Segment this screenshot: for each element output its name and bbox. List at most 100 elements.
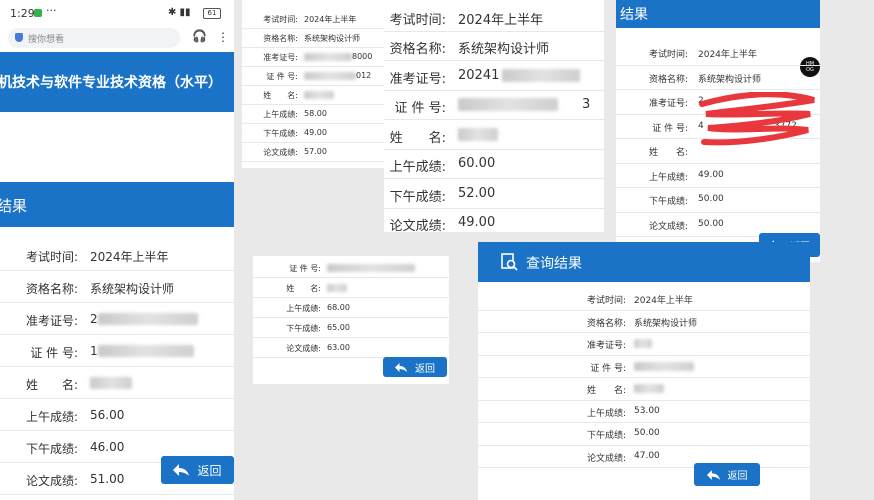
table-row: 上午成绩: 60.00: [384, 150, 604, 179]
search-document-icon: [501, 253, 518, 271]
panel-left-phone: 1:29 ··· ✱ ▮▮ 61 搜你想看 🎧 ⋮ 机技术与软件专业技术资格（水…: [0, 0, 234, 500]
field-label: 论文成绩:: [586, 453, 626, 464]
field-value: 52.00: [458, 185, 496, 201]
table-row: 上午成绩: 58.00: [242, 105, 384, 124]
panel-small-middle: 证 件 号: 姓 名: 上午成绩: 68.00 下午成绩: 65.00 论文成绩: 63.00…: [253, 256, 449, 384]
field-label: 上午成绩:: [586, 408, 626, 419]
field-value: 63.00: [327, 342, 350, 352]
section-header: 结果: [0, 182, 234, 227]
table-row: 姓 名:: [242, 86, 384, 105]
field-label: 准考证号:: [263, 53, 298, 62]
table-row: 证 件 号: 1: [0, 335, 234, 367]
headphones-icon[interactable]: 🎧: [192, 29, 207, 43]
field-label: 证 件 号:: [289, 263, 321, 273]
section-title: 结果: [620, 7, 648, 23]
field-label: 证 件 号:: [652, 123, 688, 134]
field-value: 49.00: [698, 169, 724, 180]
table-row: 下午成绩: 50.00: [478, 423, 810, 446]
table-row: 证 件 号: 012: [242, 67, 384, 86]
field-label: 下午成绩:: [263, 129, 298, 138]
field-label: 资格名称:: [389, 42, 446, 58]
field-label: 考试时间:: [263, 15, 298, 24]
table-row: 考试时间: 2024年上半年: [616, 41, 820, 66]
redacted-mask: [304, 72, 356, 80]
shield-icon: [15, 33, 23, 42]
field-label: 下午成绩:: [648, 197, 688, 208]
back-button[interactable]: 返回: [383, 357, 447, 377]
field-value: 51.00: [90, 471, 125, 486]
field-label: 资格名称:: [25, 281, 78, 296]
table-row: 资格名称: 系统架构设计师: [616, 66, 820, 90]
field-label: 论文成绩:: [389, 219, 446, 232]
field-value: 2024年上半年: [304, 15, 357, 24]
redacted-mask: [502, 68, 580, 82]
redacted-mask: [304, 91, 334, 99]
table-row: 资格名称: 系统架构设计师: [0, 271, 234, 303]
section-title: 结果: [0, 197, 28, 215]
panel-large-center: 考试时间: 2024年上半年 资格名称: 系统架构设计师 准考证号: 20241 证 件 号…: [384, 0, 604, 232]
table-row: 准考证号: 2: [0, 303, 234, 335]
field-value: 2024年上半年: [698, 50, 757, 61]
table-row: 上午成绩: 56.00: [0, 399, 234, 431]
status-time: 1:29: [10, 7, 35, 20]
field-value: 57.00: [304, 147, 327, 156]
table-row: 论文成绩: 47.00: [478, 446, 810, 468]
redacted-mask: [634, 339, 652, 349]
panel-bottom-right: 查询结果 考试时间: 2024年上半年 资格名称: 系统架构设计师 准考证号: 证 件 号…: [478, 242, 810, 500]
redacted-mask: [98, 312, 198, 325]
table-row: 下午成绩: 52.00: [384, 179, 604, 209]
table-row: 准考证号:: [478, 333, 810, 356]
field-label: 下午成绩:: [286, 323, 321, 333]
field-label: 考试时间:: [586, 296, 626, 307]
table-row: 准考证号: 20241: [384, 61, 604, 91]
field-label: 准考证号:: [389, 71, 446, 87]
section-title: 查询结果: [526, 256, 582, 272]
back-arrow-icon: [173, 464, 190, 476]
field-value: 2024年上半年: [90, 249, 169, 264]
table-row: 考试时间: 2024年上半年: [0, 239, 234, 271]
field-label: 证 件 号:: [394, 101, 446, 117]
table-row: 论文成绩: 57.00: [242, 143, 384, 162]
red-scribble-redaction: [699, 92, 815, 146]
field-value: 65.00: [327, 322, 350, 332]
field-value: 系统架构设计师: [458, 42, 550, 58]
field-value: 60.00: [458, 156, 496, 172]
table-row: 上午成绩: 53.00: [478, 401, 810, 423]
field-value: 49.00: [458, 215, 496, 231]
battery-icon: 61: [203, 8, 221, 19]
field-value: 2: [90, 311, 98, 326]
search-placeholder: 搜你想看: [28, 35, 65, 45]
table-row: 证 件 号:: [253, 258, 449, 278]
field-value-tail: 8000: [352, 52, 373, 61]
app-notification-icon: [34, 9, 42, 17]
field-value: 系统架构设计师: [698, 74, 762, 85]
back-button[interactable]: 返回: [161, 456, 234, 484]
page-title-bar: 机技术与软件专业技术资格（水平）: [0, 52, 234, 112]
redacted-mask: [458, 127, 498, 141]
table-row: 考试时间: 2024年上半年: [242, 10, 384, 29]
browser-search-bar[interactable]: 搜你想看: [8, 28, 180, 48]
signal-icon: ✱ ▮▮: [168, 7, 191, 18]
result-table: 考试时间: 2024年上半年 资格名称: 系统架构设计师 准考证号: 20241 证 件 号…: [384, 2, 604, 232]
field-value: 46.00: [90, 439, 125, 454]
field-value: 2024年上半年: [634, 296, 693, 307]
table-row: 证 件 号: 3: [384, 91, 604, 120]
back-arrow-icon: [395, 362, 407, 372]
field-value-tail: 012: [356, 71, 372, 80]
field-label: 上午成绩:: [25, 409, 78, 424]
menu-icon[interactable]: ⋮: [217, 30, 229, 44]
status-bar: 1:29 ··· ✱ ▮▮ 61: [0, 0, 234, 26]
field-label: 论文成绩:: [263, 148, 298, 157]
field-value-tail: 3: [582, 97, 591, 113]
table-row: 上午成绩: 49.00: [616, 164, 820, 188]
table-row: 姓 名:: [0, 367, 234, 399]
result-table: 考试时间: 2024年上半年 资格名称: 系统架构设计师 准考证号: 8000 证 件 号:…: [242, 10, 384, 162]
field-label: 姓 名:: [263, 91, 298, 100]
field-value: 53.00: [634, 405, 660, 416]
redacted-mask: [304, 53, 352, 61]
field-value: 1: [90, 343, 98, 358]
table-row: 证 件 号:: [478, 356, 810, 378]
field-value: 68.00: [327, 302, 350, 312]
field-value: 20241: [458, 67, 500, 83]
back-button[interactable]: 返回: [694, 463, 760, 486]
